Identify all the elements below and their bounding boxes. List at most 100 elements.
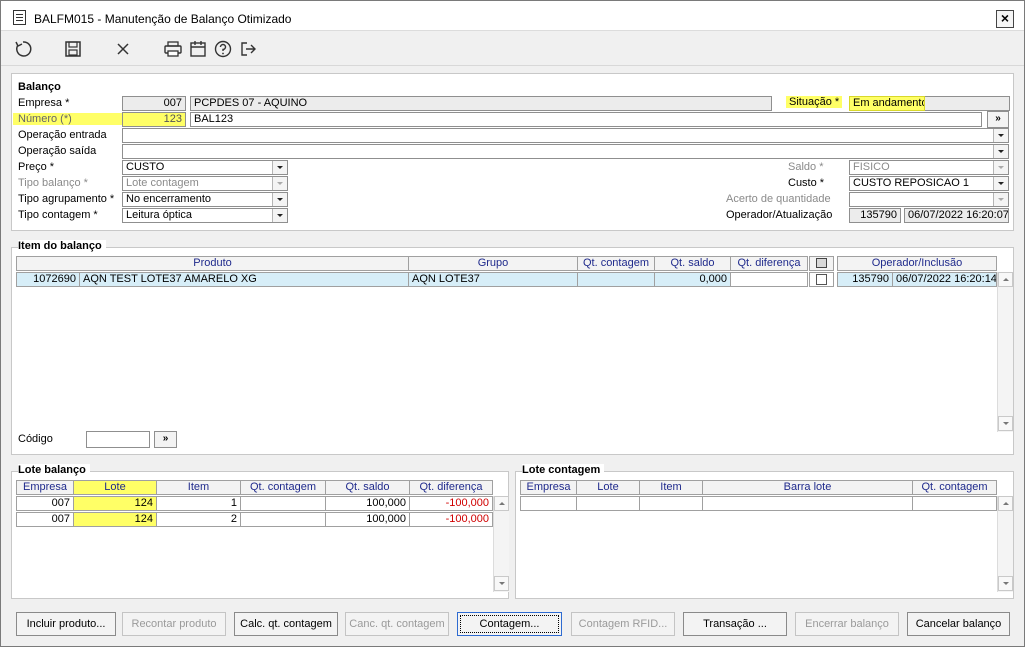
incluir-produto-button[interactable]: Incluir produto... xyxy=(16,612,116,636)
cancel-icon[interactable] xyxy=(113,39,133,59)
numero-desc-field[interactable]: BAL123 xyxy=(190,112,982,127)
canc-qt-contagem-button[interactable]: Canc. qt. contagem xyxy=(345,612,449,636)
lote-row-empresa[interactable]: 007 xyxy=(16,496,74,511)
row-checkbox[interactable] xyxy=(816,274,827,285)
lote-balanco-scrollbar[interactable] xyxy=(493,496,509,592)
lote-contagem-scrollbar[interactable] xyxy=(997,496,1013,592)
scroll-down-icon[interactable] xyxy=(998,576,1013,591)
row-grupo[interactable]: AQN LOTE37 xyxy=(408,272,578,287)
preco-label: Preço * xyxy=(18,161,55,173)
checkbox-icon[interactable] xyxy=(816,258,827,268)
col-qt-diferenca[interactable]: Qt. diferença xyxy=(730,256,808,271)
cancelar-balanco-button[interactable]: Cancelar balanço xyxy=(907,612,1010,636)
codigo-search-button[interactable]: » xyxy=(154,431,177,448)
save-icon[interactable] xyxy=(63,39,83,59)
lote-row-qt-contagem[interactable] xyxy=(240,496,326,511)
tipo-agrupamento-dropdown[interactable]: No encerramento xyxy=(122,192,288,207)
refresh-icon[interactable] xyxy=(13,39,33,59)
saldo-label: Saldo * xyxy=(788,161,824,173)
calendar-icon[interactable] xyxy=(188,39,208,59)
col-lote[interactable]: Lote xyxy=(576,480,640,495)
item-balanco-title: Item do balanço xyxy=(18,240,106,252)
item-balanco-scrollbar[interactable] xyxy=(997,272,1013,432)
print-icon[interactable] xyxy=(163,39,183,59)
col-empresa[interactable]: Empresa xyxy=(520,480,577,495)
tipo-contagem-dropdown[interactable]: Leitura óptica xyxy=(122,208,288,223)
scroll-up-icon[interactable] xyxy=(494,496,509,511)
col-qt-contagem[interactable]: Qt. contagem xyxy=(240,480,326,495)
toolbar xyxy=(1,32,1024,66)
empty-cell[interactable] xyxy=(639,496,703,511)
chevron-down-icon[interactable] xyxy=(272,161,287,174)
col-item[interactable]: Item xyxy=(639,480,703,495)
lote-row-qt-diferenca[interactable]: -100,000 xyxy=(409,512,493,527)
col-produto[interactable]: Produto xyxy=(16,256,409,271)
col-qt-diferenca[interactable]: Qt. diferença xyxy=(409,480,493,495)
col-barra-lote[interactable]: Barra lote xyxy=(702,480,913,495)
exit-icon[interactable] xyxy=(238,39,258,59)
empty-cell[interactable] xyxy=(912,496,997,511)
codigo-field[interactable] xyxy=(86,431,150,448)
scroll-down-icon[interactable] xyxy=(494,576,509,591)
recontar-produto-button[interactable]: Recontar produto xyxy=(122,612,226,636)
contagem-button[interactable]: Contagem... xyxy=(457,612,562,636)
col-qt-saldo[interactable]: Qt. saldo xyxy=(654,256,731,271)
lote-row-qt-saldo[interactable]: 100,000 xyxy=(325,496,410,511)
row-qt-saldo[interactable]: 0,000 xyxy=(654,272,731,287)
lote-row-qt-diferenca[interactable]: -100,000 xyxy=(409,496,493,511)
row-qt-diferenca[interactable] xyxy=(730,272,808,287)
col-qt-contagem[interactable]: Qt. contagem xyxy=(577,256,655,271)
numero-search-button[interactable]: » xyxy=(987,111,1009,128)
empresa-code-field[interactable]: 007 xyxy=(122,96,186,111)
operacao-saida-dropdown[interactable] xyxy=(122,144,1009,159)
lote-row-empresa[interactable]: 007 xyxy=(16,512,74,527)
row-operador[interactable]: 135790 xyxy=(837,272,893,287)
col-qt-saldo[interactable]: Qt. saldo xyxy=(325,480,410,495)
col-qt-contagem[interactable]: Qt. contagem xyxy=(912,480,997,495)
operacao-entrada-dropdown[interactable] xyxy=(122,128,1009,143)
col-empresa[interactable]: Empresa xyxy=(16,480,74,495)
close-button[interactable]: × xyxy=(996,10,1014,28)
lote-row-lote[interactable]: 124 xyxy=(73,512,157,527)
row-checkbox-cell[interactable] xyxy=(809,272,834,287)
col-lote[interactable]: Lote xyxy=(73,480,157,495)
operador-date-field: 06/07/2022 16:20:07 xyxy=(904,208,1009,223)
chevron-down-icon[interactable] xyxy=(993,129,1008,142)
encerrar-balanco-button[interactable]: Encerrar balanço xyxy=(795,612,899,636)
lote-row-lote[interactable]: 124 xyxy=(73,496,157,511)
lote-row-qt-contagem[interactable] xyxy=(240,512,326,527)
chevron-down-icon[interactable] xyxy=(272,193,287,206)
contagem-rfid-button[interactable]: Contagem RFID... xyxy=(571,612,675,636)
lote-contagem-grid: Empresa Lote Item Barra lote Qt. contage… xyxy=(520,480,998,594)
lote-row-item[interactable]: 2 xyxy=(156,512,241,527)
custo-dropdown[interactable]: CUSTO REPOSICAO 1 xyxy=(849,176,1009,191)
custo-label: Custo * xyxy=(788,177,825,189)
row-produto-name[interactable]: AQN TEST LOTE37 AMARELO XG xyxy=(79,272,409,287)
scroll-up-icon[interactable] xyxy=(998,496,1013,511)
empty-cell[interactable] xyxy=(576,496,640,511)
lote-row-qt-saldo[interactable]: 100,000 xyxy=(325,512,410,527)
row-produto-code[interactable]: 1072690 xyxy=(16,272,80,287)
col-select-all[interactable] xyxy=(809,256,834,271)
row-qt-contagem[interactable] xyxy=(577,272,655,287)
preco-dropdown[interactable]: CUSTO xyxy=(122,160,288,175)
lote-row-item[interactable]: 1 xyxy=(156,496,241,511)
tipo-balanco-value: Lote contagem xyxy=(126,177,199,189)
chevron-down-icon[interactable] xyxy=(993,145,1008,158)
help-icon[interactable] xyxy=(213,39,233,59)
scroll-down-icon[interactable] xyxy=(998,416,1013,431)
tipo-contagem-label: Tipo contagem * xyxy=(18,209,98,221)
col-grupo[interactable]: Grupo xyxy=(408,256,578,271)
item-balanco-grid: Produto Grupo Qt. contagem Qt. saldo Qt.… xyxy=(16,256,998,428)
transacao-button[interactable]: Transação ... xyxy=(683,612,787,636)
empty-cell[interactable] xyxy=(520,496,577,511)
row-inclusao[interactable]: 06/07/2022 16:20:14 xyxy=(892,272,997,287)
scroll-up-icon[interactable] xyxy=(998,272,1013,287)
col-item[interactable]: Item xyxy=(156,480,241,495)
calc-qt-contagem-button[interactable]: Calc. qt. contagem xyxy=(234,612,338,636)
chevron-down-icon[interactable] xyxy=(993,177,1008,190)
empty-cell[interactable] xyxy=(702,496,913,511)
chevron-down-icon[interactable] xyxy=(272,209,287,222)
numero-field[interactable]: 123 xyxy=(122,112,186,127)
col-operador-inclusao[interactable]: Operador/Inclusão xyxy=(837,256,997,271)
